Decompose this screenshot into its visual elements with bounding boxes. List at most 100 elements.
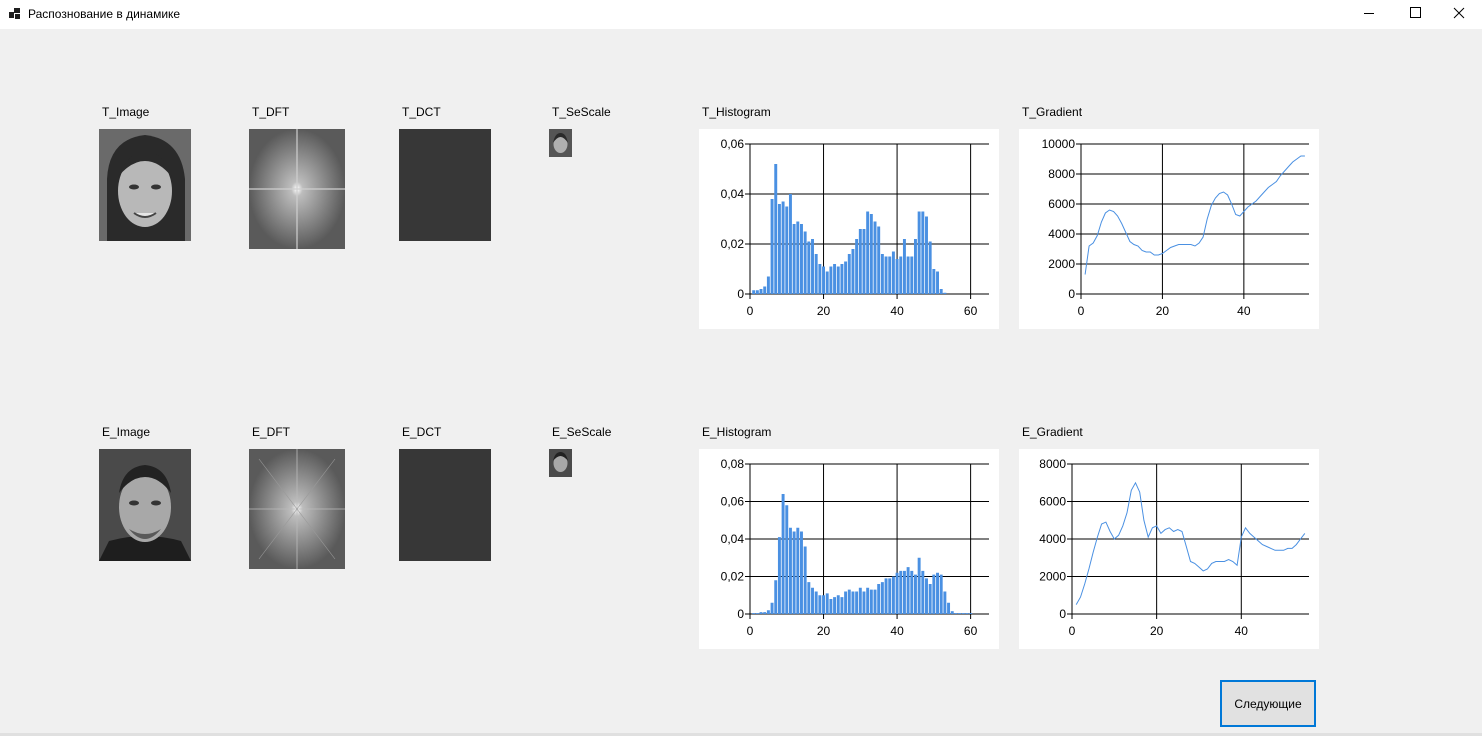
histogram-bar [788, 527, 792, 614]
y-tick-label: 0,06 [721, 137, 745, 151]
histogram-bar [796, 527, 800, 614]
x-tick-label: 0 [1078, 304, 1085, 318]
histogram-bar [752, 613, 756, 614]
t-dct-label: T_DCT [402, 105, 441, 119]
t-gradient-chart: 0 20 40 0 2000 4000 6000 8000 10000 [1019, 129, 1319, 329]
histogram-bar [873, 589, 877, 614]
histogram-bar [763, 286, 767, 294]
histogram-bar [869, 214, 873, 294]
y-tick-label: 0,08 [721, 457, 745, 471]
histogram-bar [770, 199, 774, 294]
y-tick-label: 8000 [1039, 457, 1066, 471]
histogram-bar [902, 239, 906, 294]
maximize-button[interactable] [1392, 0, 1438, 29]
histogram-bar [928, 241, 932, 294]
histogram-bar [840, 597, 844, 614]
y-tick-label: 0,04 [721, 532, 745, 546]
y-tick-label: 6000 [1048, 197, 1075, 211]
close-icon [1453, 7, 1465, 19]
t-sescale-picture [549, 129, 572, 157]
histogram-bar [954, 613, 958, 614]
histogram-bar [811, 239, 814, 294]
histogram-bar [866, 211, 870, 294]
x-tick-label: 40 [1235, 624, 1249, 638]
x-tick-label: 20 [1156, 304, 1170, 318]
e-sescale-label: E_SeScale [552, 425, 612, 439]
histogram-bar [752, 290, 756, 294]
histogram-bar [895, 259, 899, 294]
histogram-bar [917, 211, 921, 294]
histogram-bar [921, 570, 925, 614]
histogram-bar [833, 597, 837, 614]
histogram-bar [913, 574, 917, 614]
x-tick-label: 20 [817, 304, 831, 318]
histogram-bar [884, 578, 888, 614]
histogram-bar [829, 266, 833, 294]
y-tick-label: 4000 [1048, 227, 1075, 241]
e-histogram-chart: 0 20 40 60 0 0,02 0,04 0,06 0,08 [699, 449, 999, 649]
histogram-bar [800, 531, 803, 614]
histogram-bar [961, 613, 965, 614]
y-tick-label: 2000 [1039, 570, 1066, 584]
histogram-bar [877, 584, 881, 614]
histogram-bar [803, 546, 807, 614]
title-bar: Распознование в динамике [0, 0, 1482, 29]
close-button[interactable] [1436, 0, 1482, 29]
y-tick-label: 2000 [1048, 257, 1075, 271]
histogram-bar [969, 613, 973, 614]
histogram-bar [811, 587, 814, 614]
histogram-bar [928, 584, 932, 614]
histogram-bar [807, 241, 811, 294]
histogram-bar [777, 204, 781, 294]
histogram-bar [833, 264, 837, 294]
histogram-bar [910, 570, 914, 614]
t-image-picture [99, 129, 191, 241]
y-tick-label: 0,06 [721, 495, 745, 509]
histogram-bar [759, 289, 763, 294]
y-tick-label: 0,04 [721, 187, 745, 201]
histogram-bar [829, 599, 833, 614]
t-dct-picture [399, 129, 491, 241]
histogram-bar [777, 537, 781, 614]
histogram-bar [891, 251, 895, 294]
histogram-bar [785, 505, 789, 614]
e-gradient-label: E_Gradient [1022, 425, 1083, 439]
histogram-bar [755, 613, 759, 614]
histogram-bar [763, 612, 767, 614]
histogram-bar [792, 531, 796, 614]
histogram-bar [766, 276, 770, 294]
histogram-bar [803, 231, 807, 294]
histogram-bar [906, 256, 910, 294]
histogram-bar [822, 595, 826, 614]
histogram-bar [836, 595, 840, 614]
histogram-bar [880, 254, 884, 294]
e-gradient-chart: 0 20 40 0 2000 4000 6000 8000 [1019, 449, 1319, 649]
histogram-bar [851, 591, 855, 614]
x-tick-label: 40 [890, 624, 904, 638]
next-button[interactable]: Следующие [1220, 680, 1316, 727]
e-histogram-label: E_Histogram [702, 425, 772, 439]
histogram-bar [781, 494, 785, 614]
t-dft-label: T_DFT [252, 105, 290, 119]
histogram-bar [939, 289, 943, 294]
minimize-button[interactable] [1346, 0, 1392, 29]
app-icon [9, 8, 21, 20]
histogram-bar [766, 610, 770, 614]
x-tick-label: 0 [747, 624, 754, 638]
y-tick-label: 6000 [1039, 495, 1066, 509]
e-dct-label: E_DCT [402, 425, 442, 439]
histogram-bar [755, 290, 759, 294]
histogram-bar [936, 572, 939, 614]
histogram-bar [902, 570, 906, 614]
histogram-bar [936, 271, 939, 294]
histogram-bar [818, 264, 822, 294]
histogram-bar [891, 576, 895, 614]
x-tick-label: 60 [964, 304, 978, 318]
e-dft-picture [249, 449, 345, 569]
y-tick-label: 0 [737, 607, 744, 621]
histogram-bar [800, 224, 803, 294]
histogram-bar [759, 612, 763, 614]
histogram-bar [880, 582, 884, 614]
histogram-bar [774, 580, 778, 614]
histogram-bar [774, 164, 778, 294]
